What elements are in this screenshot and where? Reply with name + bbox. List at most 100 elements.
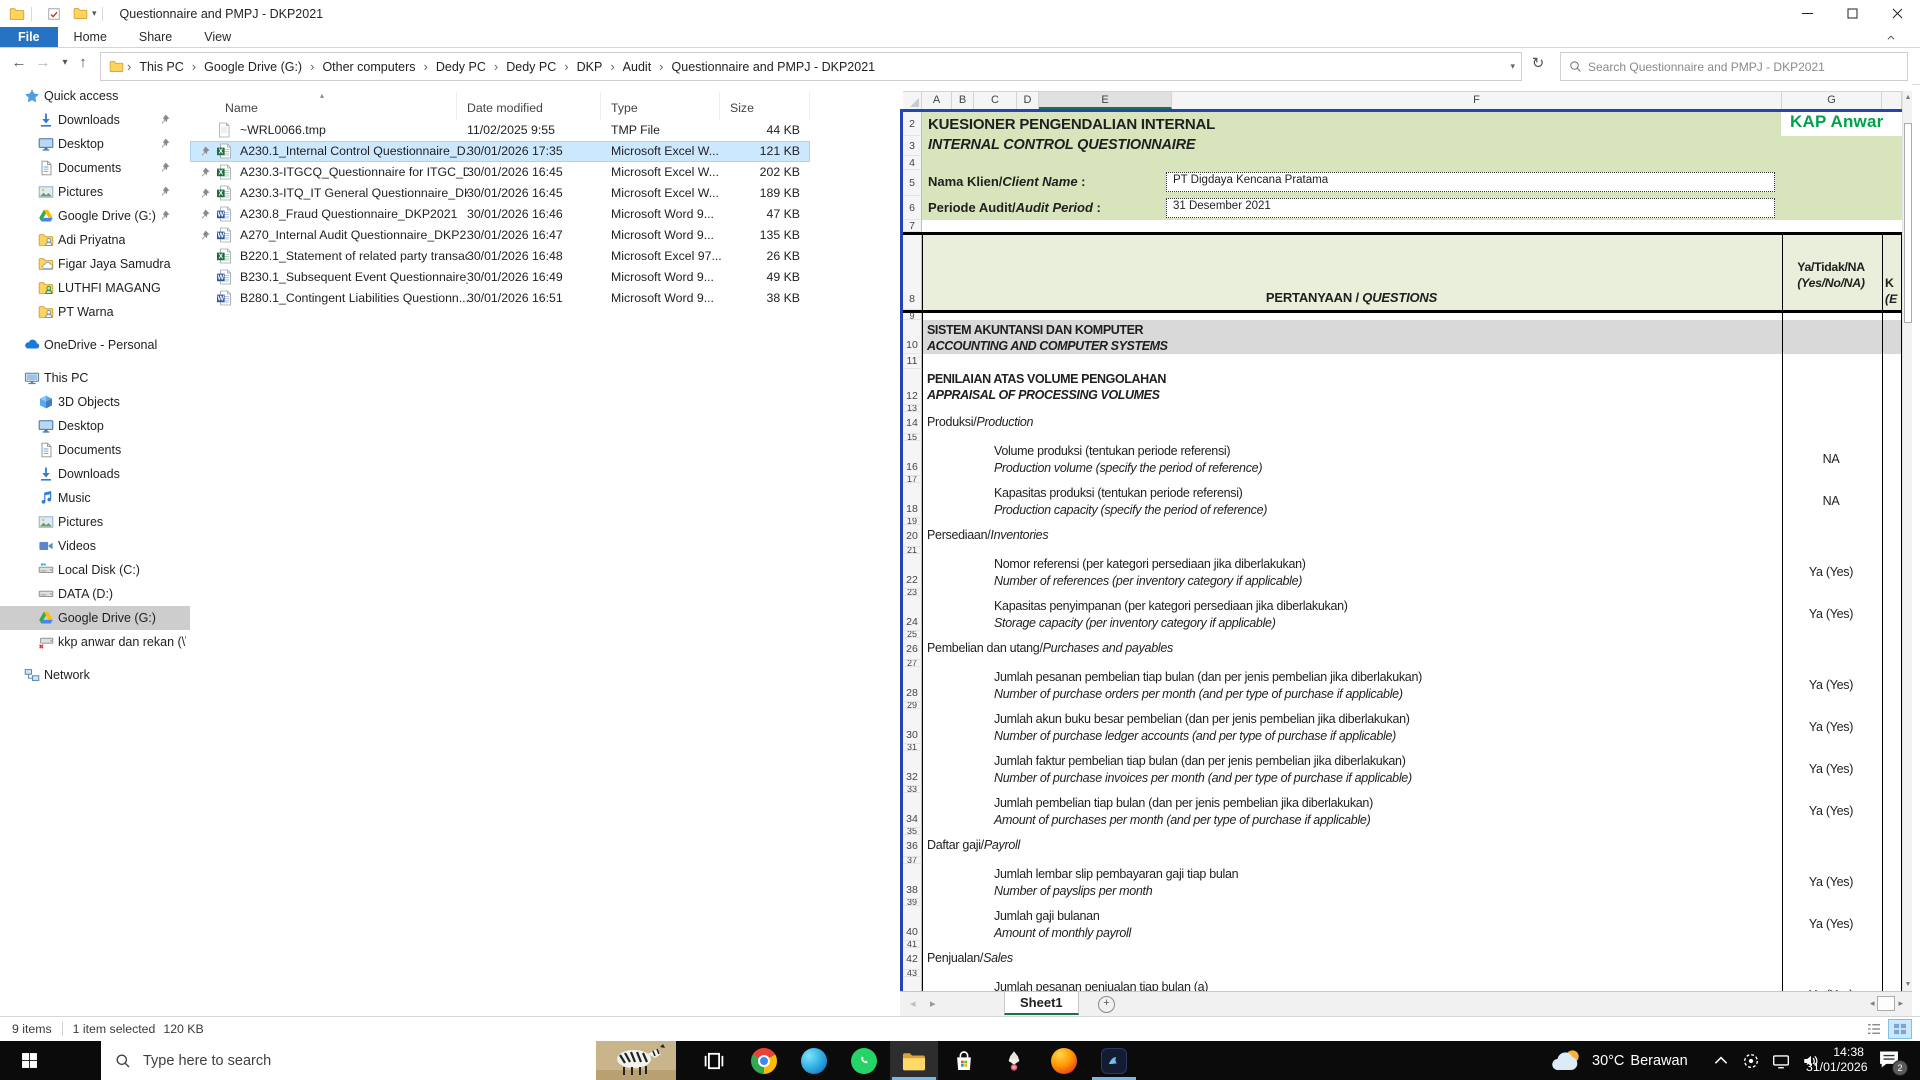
sidebar-item-google-drive-g[interactable]: Google Drive (G:) (0, 204, 190, 228)
close-button[interactable] (1875, 0, 1920, 27)
sheet-tab-sheet1[interactable]: Sheet1 (1004, 992, 1079, 1015)
sidebar-item-documents[interactable]: Documents (0, 438, 190, 462)
sheet-row-43: 43 (903, 970, 1902, 977)
minimize-button[interactable] (1785, 0, 1830, 27)
sheet-row-29: 29 (903, 702, 1902, 709)
sidebar-item-documents[interactable]: Documents (0, 156, 190, 180)
taskbar-search-box[interactable]: Type here to search (101, 1041, 676, 1080)
row-number: 2 (903, 112, 922, 136)
tab-file[interactable]: File (0, 27, 58, 47)
sidebar-item-data-d[interactable]: DATA (D:) (0, 582, 190, 606)
taskbar-app-edge[interactable] (790, 1041, 838, 1080)
sidebar-item-downloads[interactable]: Downloads (0, 462, 190, 486)
sidebar-item-figar-jaya-samudra[interactable]: Figar Jaya Samudra (0, 252, 190, 276)
meet-now-icon[interactable] (1742, 1052, 1760, 1070)
breadcrumb-item-dkp[interactable]: DKP (571, 60, 609, 74)
up-icon[interactable]: ↑ (72, 54, 94, 71)
scrollbar-thumb[interactable] (1904, 123, 1912, 323)
file-row[interactable]: ~WRL0066.tmp11/02/2025 9:55TMP File44 KB (190, 120, 810, 141)
tab-view[interactable]: View (188, 27, 247, 47)
sidebar-item-videos[interactable]: Videos (0, 534, 190, 558)
taskbar-app-whatsapp[interactable] (840, 1041, 888, 1080)
add-sheet-icon[interactable]: + (1098, 996, 1115, 1013)
tab-share[interactable]: Share (123, 27, 188, 47)
file-row[interactable]: XA230.3-ITGCQ_Questionnaire for ITGC_DK.… (190, 162, 810, 183)
sidebar-item-pictures[interactable]: Pictures (0, 510, 190, 534)
column-header-date-modified[interactable]: Date modified (457, 92, 601, 120)
thumbnail-view-button[interactable] (1888, 1019, 1912, 1039)
file-row[interactable]: XB220.1_Statement of related party trans… (190, 246, 810, 267)
sidebar-item-3d-objects[interactable]: 3D Objects (0, 390, 190, 414)
scroll-left-icon[interactable]: ◂ (1870, 998, 1875, 1009)
column-header-size[interactable]: Size (720, 92, 810, 120)
back-icon[interactable]: ← (8, 54, 30, 71)
file-row[interactable]: WA270_Internal Audit Questionnaire_DKP2.… (190, 225, 810, 246)
file-row[interactable]: XA230.1_Internal Control Questionnaire_D… (190, 141, 810, 162)
file-row[interactable]: WA230.8_Fraud Questionnaire_DKP202130/01… (190, 204, 810, 225)
action-center-icon[interactable]: 2 (1878, 1049, 1904, 1073)
taskbar-app-task-view[interactable] (690, 1041, 738, 1080)
sidebar-item-network[interactable]: Network (0, 663, 190, 687)
breadcrumb-item-google-drive-g[interactable]: Google Drive (G:) (198, 60, 308, 74)
breadcrumb-item-questionnaire-and-pmpj-dkp2021[interactable]: Questionnaire and PMPJ - DKP2021 (666, 60, 882, 74)
maximize-button[interactable] (1830, 0, 1875, 27)
sheet-next-icon[interactable]: ▸ (930, 997, 936, 1010)
address-bar[interactable]: ›This PC›Google Drive (G:)›Other compute… (100, 52, 1522, 81)
file-row[interactable]: WB280.1_Contingent Liabilities Questionn… (190, 288, 810, 309)
sidebar-item-google-drive-g[interactable]: Google Drive (G:) (0, 606, 190, 630)
preview-vertical-scrollbar[interactable]: ▲ ▼ (1902, 91, 1912, 991)
sidebar-item-adi-priyatna[interactable]: Adi Priyatna (0, 228, 190, 252)
preview-horizontal-scrollbar[interactable]: ◂ ▸ (1867, 996, 1906, 1011)
scroll-up-icon[interactable]: ▲ (1903, 94, 1912, 101)
breadcrumb-item-dedy-pc[interactable]: Dedy PC (500, 60, 562, 74)
sidebar-item-pictures[interactable]: Pictures (0, 180, 190, 204)
taskbar-clock[interactable]: 14:38 31/01/2026 (1806, 1045, 1864, 1075)
file-row[interactable]: WB230.1_Subsequent Event Questionnaire_.… (190, 267, 810, 288)
breadcrumb-item-other-computers[interactable]: Other computers (316, 60, 421, 74)
start-button[interactable] (0, 1041, 58, 1080)
scroll-right-icon[interactable]: ▸ (1898, 998, 1903, 1009)
taskbar-app-microsoft-store[interactable] (940, 1041, 988, 1080)
file-excel-icon: X (216, 164, 232, 180)
sidebar-item-luthfi-magang[interactable]: LUTHFI MAGANG (0, 276, 190, 300)
sidebar-item-desktop[interactable]: Desktop (0, 132, 190, 156)
sidebar-item-onedrive-personal[interactable]: OneDrive - Personal (0, 333, 190, 357)
sidebar-item-this-pc[interactable]: This PC (0, 366, 190, 390)
sidebar-item-quick-access[interactable]: Quick access (0, 84, 190, 108)
sidebar-item-kkp-anwar-dan-rekan-1[interactable]: kkp anwar dan rekan (\\1 (0, 630, 190, 654)
qat-properties-icon[interactable] (45, 5, 63, 23)
explorer-search-box[interactable]: Search Questionnaire and PMPJ - DKP2021 (1560, 52, 1908, 81)
chevron-up-icon[interactable] (1712, 1052, 1730, 1070)
ribbon-collapse-icon[interactable] (1886, 30, 1896, 48)
sidebar-item-local-disk-c[interactable]: Local Disk (C:) (0, 558, 190, 582)
file-row[interactable]: XA230.3-ITQ_IT General Questionnaire_DK.… (190, 183, 810, 204)
address-dropdown-icon[interactable]: ▾ (1510, 61, 1515, 72)
taskbar-app-media-app[interactable] (990, 1041, 1038, 1080)
tab-home[interactable]: Home (58, 27, 123, 47)
taskbar-app-design-app[interactable] (1090, 1041, 1138, 1080)
scroll-down-icon[interactable]: ▼ (1903, 981, 1912, 988)
column-header-type[interactable]: Type (601, 92, 720, 120)
taskbar-app-file-explorer[interactable] (890, 1041, 938, 1080)
qat-customize-caret-icon[interactable]: ▾ (92, 8, 97, 19)
column-header-name[interactable]: ▴Name (190, 92, 457, 120)
qat-new-folder-icon[interactable] (71, 5, 89, 23)
taskbar-app-firefox[interactable] (1040, 1041, 1088, 1080)
sheet-prev-icon[interactable]: ◂ (910, 997, 916, 1010)
sidebar-item-music[interactable]: Music (0, 486, 190, 510)
zebra-image[interactable] (596, 1041, 676, 1080)
weather-widget[interactable]: 30°C Berawan (1550, 1041, 1688, 1080)
details-view-button[interactable] (1862, 1019, 1886, 1039)
scrollbar-thumb[interactable] (1877, 996, 1895, 1011)
breadcrumb-item-this-pc[interactable]: This PC (133, 60, 189, 74)
sidebar-item-desktop[interactable]: Desktop (0, 414, 190, 438)
taskbar-app-chrome[interactable] (740, 1041, 788, 1080)
breadcrumb-item-audit[interactable]: Audit (617, 60, 658, 74)
refresh-icon[interactable]: ↻ (1526, 54, 1550, 78)
network-icon[interactable] (1772, 1052, 1790, 1070)
forward-icon[interactable]: → (32, 54, 54, 71)
sidebar-item-downloads[interactable]: Downloads (0, 108, 190, 132)
breadcrumb-item-dedy-pc[interactable]: Dedy PC (430, 60, 492, 74)
row-content: Penjualan/Sales (922, 948, 1902, 970)
sidebar-item-pt-warna[interactable]: PT Warna (0, 300, 190, 324)
